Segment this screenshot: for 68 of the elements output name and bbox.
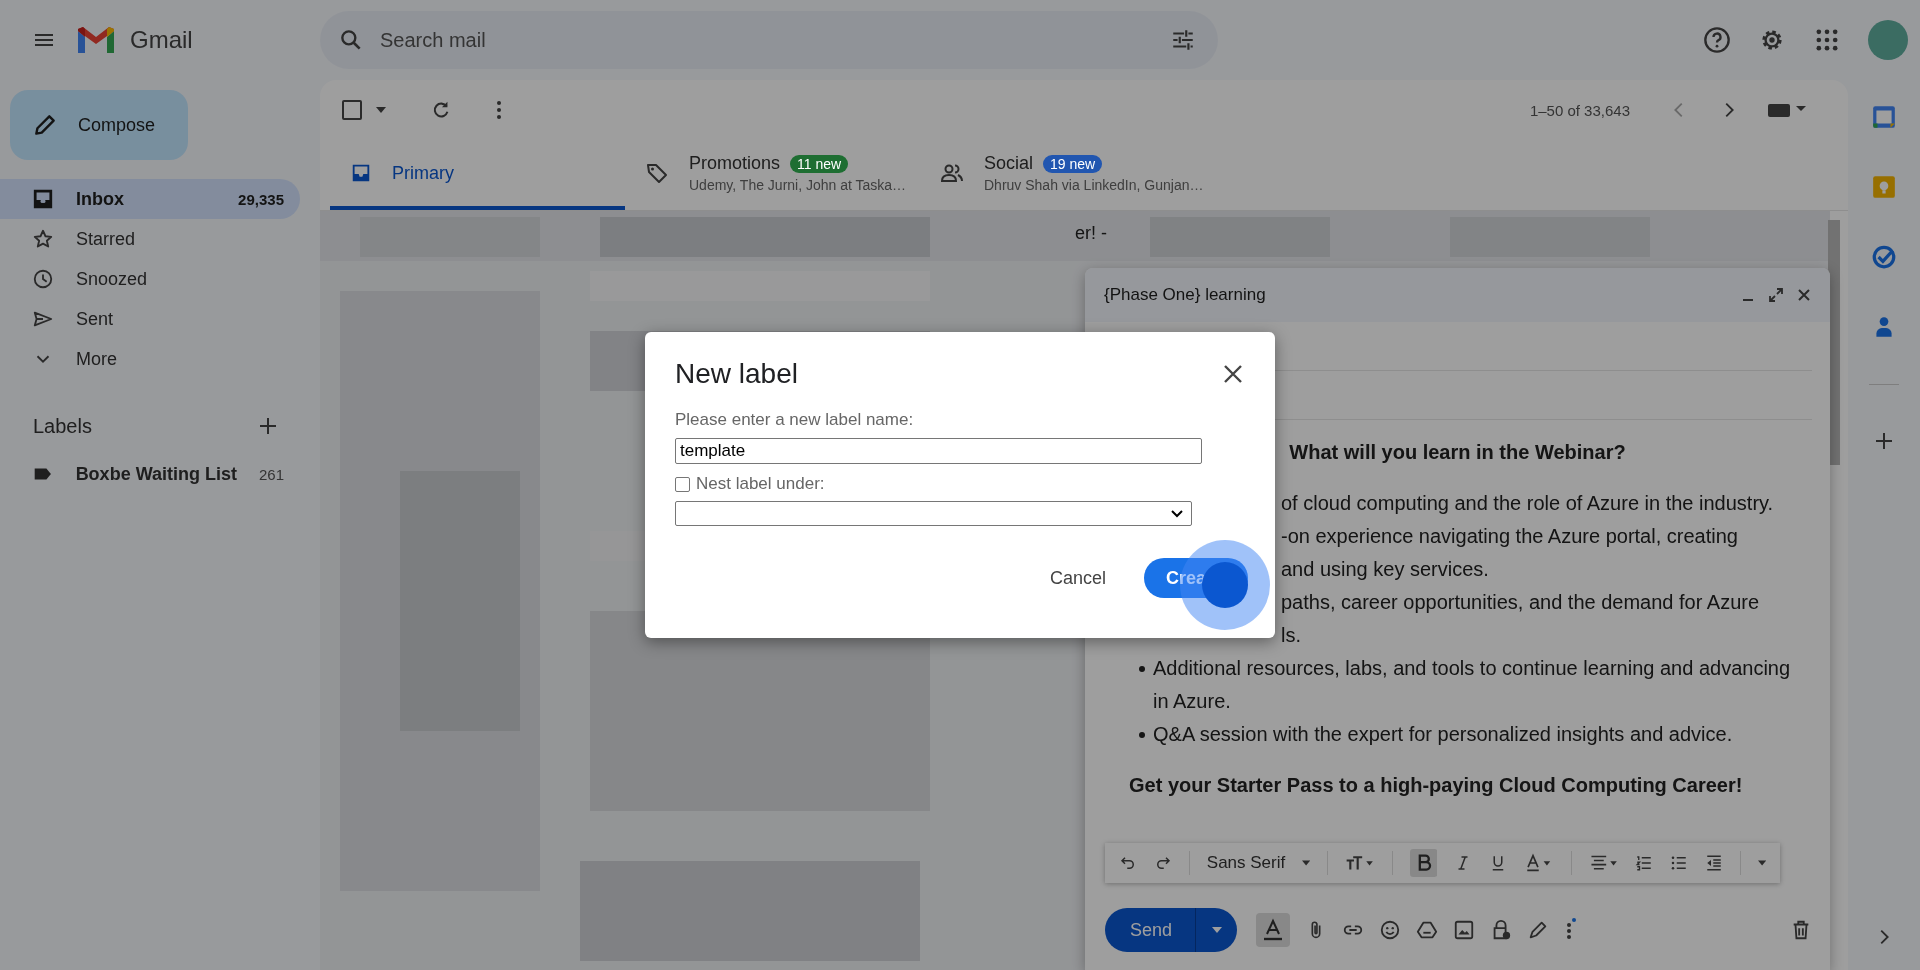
field-label: Please enter a new label name: bbox=[675, 410, 915, 430]
email-heading: What will you learn in the Webinar? bbox=[1288, 440, 1627, 465]
page-range: 1–50 of 33,643 bbox=[1529, 101, 1630, 119]
labels-heading: Labels bbox=[33, 414, 92, 438]
compose-button[interactable]: Compose bbox=[10, 90, 188, 160]
more-icon[interactable] bbox=[1564, 918, 1576, 942]
emoji-icon[interactable] bbox=[1379, 919, 1401, 941]
gmail-logo[interactable] bbox=[76, 25, 116, 55]
sidebar-item[interactable]: Sent bbox=[0, 299, 300, 339]
sidebar-item[interactable]: Starred bbox=[0, 219, 300, 259]
email-snippet: er! - bbox=[1075, 223, 1107, 244]
label-name-field[interactable]: template bbox=[675, 438, 1202, 464]
clock-icon bbox=[32, 268, 54, 290]
font-dropdown[interactable]: Sans Serif bbox=[1206, 853, 1286, 873]
star-icon bbox=[32, 228, 54, 250]
calendar-icon[interactable] bbox=[1871, 104, 1897, 130]
category-tab[interactable]: Social 19 new Dhruv Shah via LinkedIn, Gunjan… bbox=[920, 140, 1215, 210]
dialog-title: New label bbox=[675, 358, 798, 390]
send-options-button[interactable] bbox=[1195, 908, 1237, 952]
sidebar-item[interactable]: More bbox=[0, 339, 300, 379]
keyboard-icon[interactable] bbox=[1768, 102, 1808, 118]
tag-icon bbox=[645, 161, 669, 185]
caret-icon[interactable] bbox=[1757, 860, 1766, 866]
tab-senders: Udemy, The Jurni, John at Taska… bbox=[689, 177, 907, 193]
sidebar-item[interactable]: Inbox 29,335 bbox=[0, 179, 300, 219]
image-icon[interactable] bbox=[1453, 919, 1475, 941]
new-count-badge: 11 new bbox=[790, 154, 849, 173]
bullet-text: Additional resources, labs, and tools to continue learning and advancing in Azure. bbox=[1153, 656, 1792, 714]
cancel-button[interactable]: Cancel bbox=[1037, 558, 1118, 598]
close-icon[interactable] bbox=[1796, 287, 1812, 303]
tab-senders: Dhruv Shah via LinkedIn, Gunjan… bbox=[984, 177, 1204, 193]
pen-icon[interactable] bbox=[1527, 919, 1549, 941]
body-text: paths, career opportunities, and the demand for Azure bbox=[1281, 591, 1760, 613]
search-field[interactable]: Search mail bbox=[378, 27, 1156, 53]
search-bar[interactable]: Search mail bbox=[320, 11, 1218, 69]
pencil-icon bbox=[32, 112, 58, 138]
body-text: and using key services. bbox=[1281, 558, 1489, 580]
more-icon[interactable] bbox=[496, 100, 502, 120]
checkbox-label: Nest label under: bbox=[696, 474, 825, 494]
bold-icon[interactable] bbox=[1409, 846, 1438, 880]
bullet-dot bbox=[1139, 732, 1145, 738]
formatting-options-icon[interactable] bbox=[1256, 913, 1290, 947]
inbox-icon bbox=[32, 188, 54, 210]
nest-checkbox[interactable] bbox=[675, 476, 690, 492]
chevron-down-icon bbox=[1171, 509, 1183, 518]
body-text: ls. bbox=[1281, 624, 1301, 646]
expand-icon[interactable] bbox=[1768, 287, 1784, 303]
app-name: Gmail bbox=[130, 26, 193, 54]
tasks-icon[interactable] bbox=[1871, 244, 1897, 270]
body-text: -on experience navigating the Azure portal, creating bbox=[1281, 525, 1738, 547]
compose-title: {Phase One} learning bbox=[1104, 285, 1266, 305]
category-tab[interactable]: Promotions 11 new Udemy, The Jurni, John at Taska… bbox=[625, 140, 920, 210]
body-text: of cloud computing and the role of Azure in the industry. bbox=[1281, 492, 1774, 514]
select-checkbox[interactable] bbox=[342, 100, 362, 120]
filter-icon[interactable] bbox=[1170, 27, 1196, 53]
bullet-text: Q&A session with the expert for personalized insights and advice. bbox=[1153, 722, 1733, 747]
send-button[interactable]: Send bbox=[1105, 908, 1195, 952]
label-item[interactable]: Boxbe Waiting List 261 bbox=[0, 454, 300, 494]
parent-label-dropdown[interactable] bbox=[675, 501, 1192, 526]
caret-icon[interactable] bbox=[376, 107, 386, 113]
help-icon[interactable] bbox=[1703, 26, 1731, 54]
sidebar-item[interactable]: Snoozed bbox=[0, 259, 300, 299]
inbox-icon bbox=[350, 162, 372, 184]
email-closing: Get your Starter Pass to a high-paying Cloud Computing Career! bbox=[1129, 773, 1744, 798]
new-count-badge: 19 new bbox=[1043, 154, 1103, 173]
bullet-dot bbox=[1139, 666, 1145, 672]
caret-icon[interactable] bbox=[1302, 860, 1311, 866]
caret-icon bbox=[1211, 927, 1222, 933]
